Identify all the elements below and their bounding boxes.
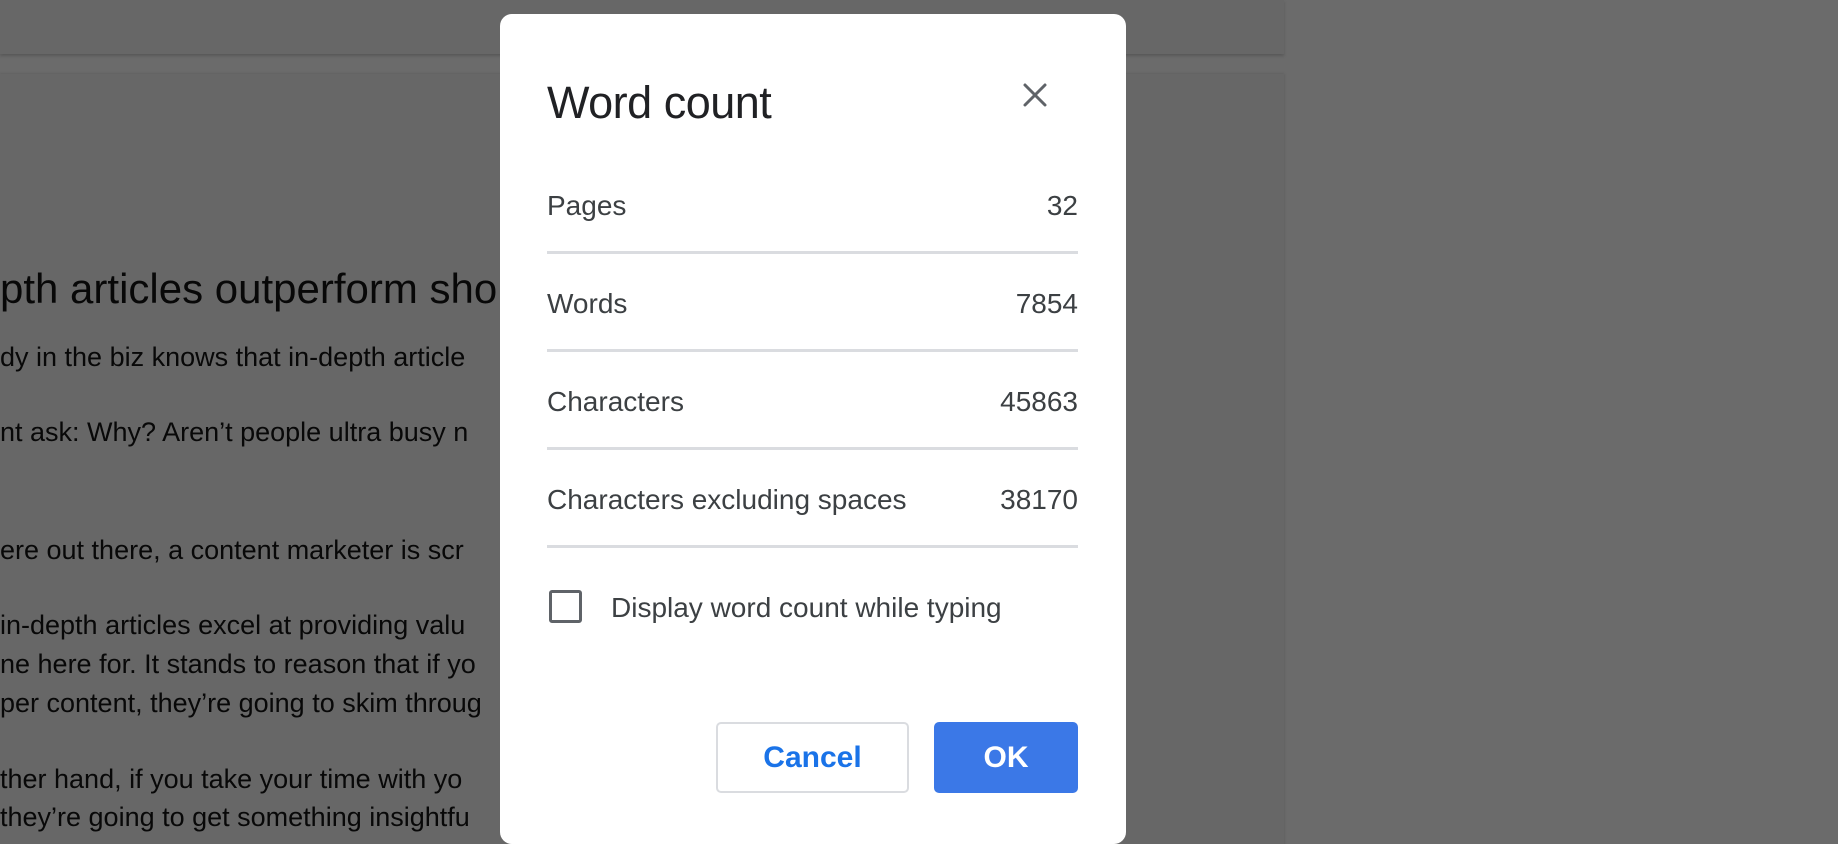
stat-value: 32 xyxy=(1046,190,1078,221)
stat-label: Words xyxy=(547,288,628,319)
document-line: per content, they’re going to skim throu… xyxy=(0,688,482,718)
stat-row-characters-excluding-spaces: Characters excluding spaces 38170 xyxy=(547,450,1078,548)
document-line: nt ask: Why? Aren’t people ultra busy n xyxy=(0,417,469,447)
display-word-count-option[interactable]: Display word count while typing xyxy=(547,586,1078,636)
cancel-button[interactable]: Cancel xyxy=(716,722,909,793)
document-line: in-depth articles excel at providing val… xyxy=(0,610,466,640)
dialog-title: Word count xyxy=(547,77,772,128)
close-icon xyxy=(1023,83,1047,107)
document-line: dy in the biz knows that in-depth articl… xyxy=(0,342,466,372)
document-line: they’re going to get something insightfu xyxy=(0,802,470,832)
stat-row-characters: Characters 45863 xyxy=(547,352,1078,450)
stat-label: Pages xyxy=(547,190,627,221)
stat-label: Characters xyxy=(547,386,684,417)
stat-row-words: Words 7854 xyxy=(547,254,1078,352)
document-heading: pth articles outperform shor xyxy=(0,265,512,312)
stat-label: Characters excluding spaces xyxy=(547,484,907,515)
stat-value: 38170 xyxy=(1000,484,1078,515)
display-word-count-checkbox[interactable] xyxy=(549,590,582,623)
document-line: ne here for. It stands to reason that if… xyxy=(0,649,476,679)
word-count-dialog: Word count Pages 32 Words 7854 Character… xyxy=(500,14,1126,844)
stat-value: 7854 xyxy=(1015,288,1078,319)
close-button[interactable] xyxy=(1012,72,1058,118)
document-line: ther hand, if you take your time with yo xyxy=(0,764,463,794)
screen: pth articles outperform shor dy in the b… xyxy=(0,0,1838,844)
document-line: ere out there, a content marketer is scr xyxy=(0,535,464,565)
stat-value: 45863 xyxy=(1000,386,1078,417)
stat-row-pages: Pages 32 xyxy=(547,156,1078,254)
ok-button[interactable]: OK xyxy=(934,722,1078,793)
display-word-count-label[interactable]: Display word count while typing xyxy=(611,594,1002,622)
